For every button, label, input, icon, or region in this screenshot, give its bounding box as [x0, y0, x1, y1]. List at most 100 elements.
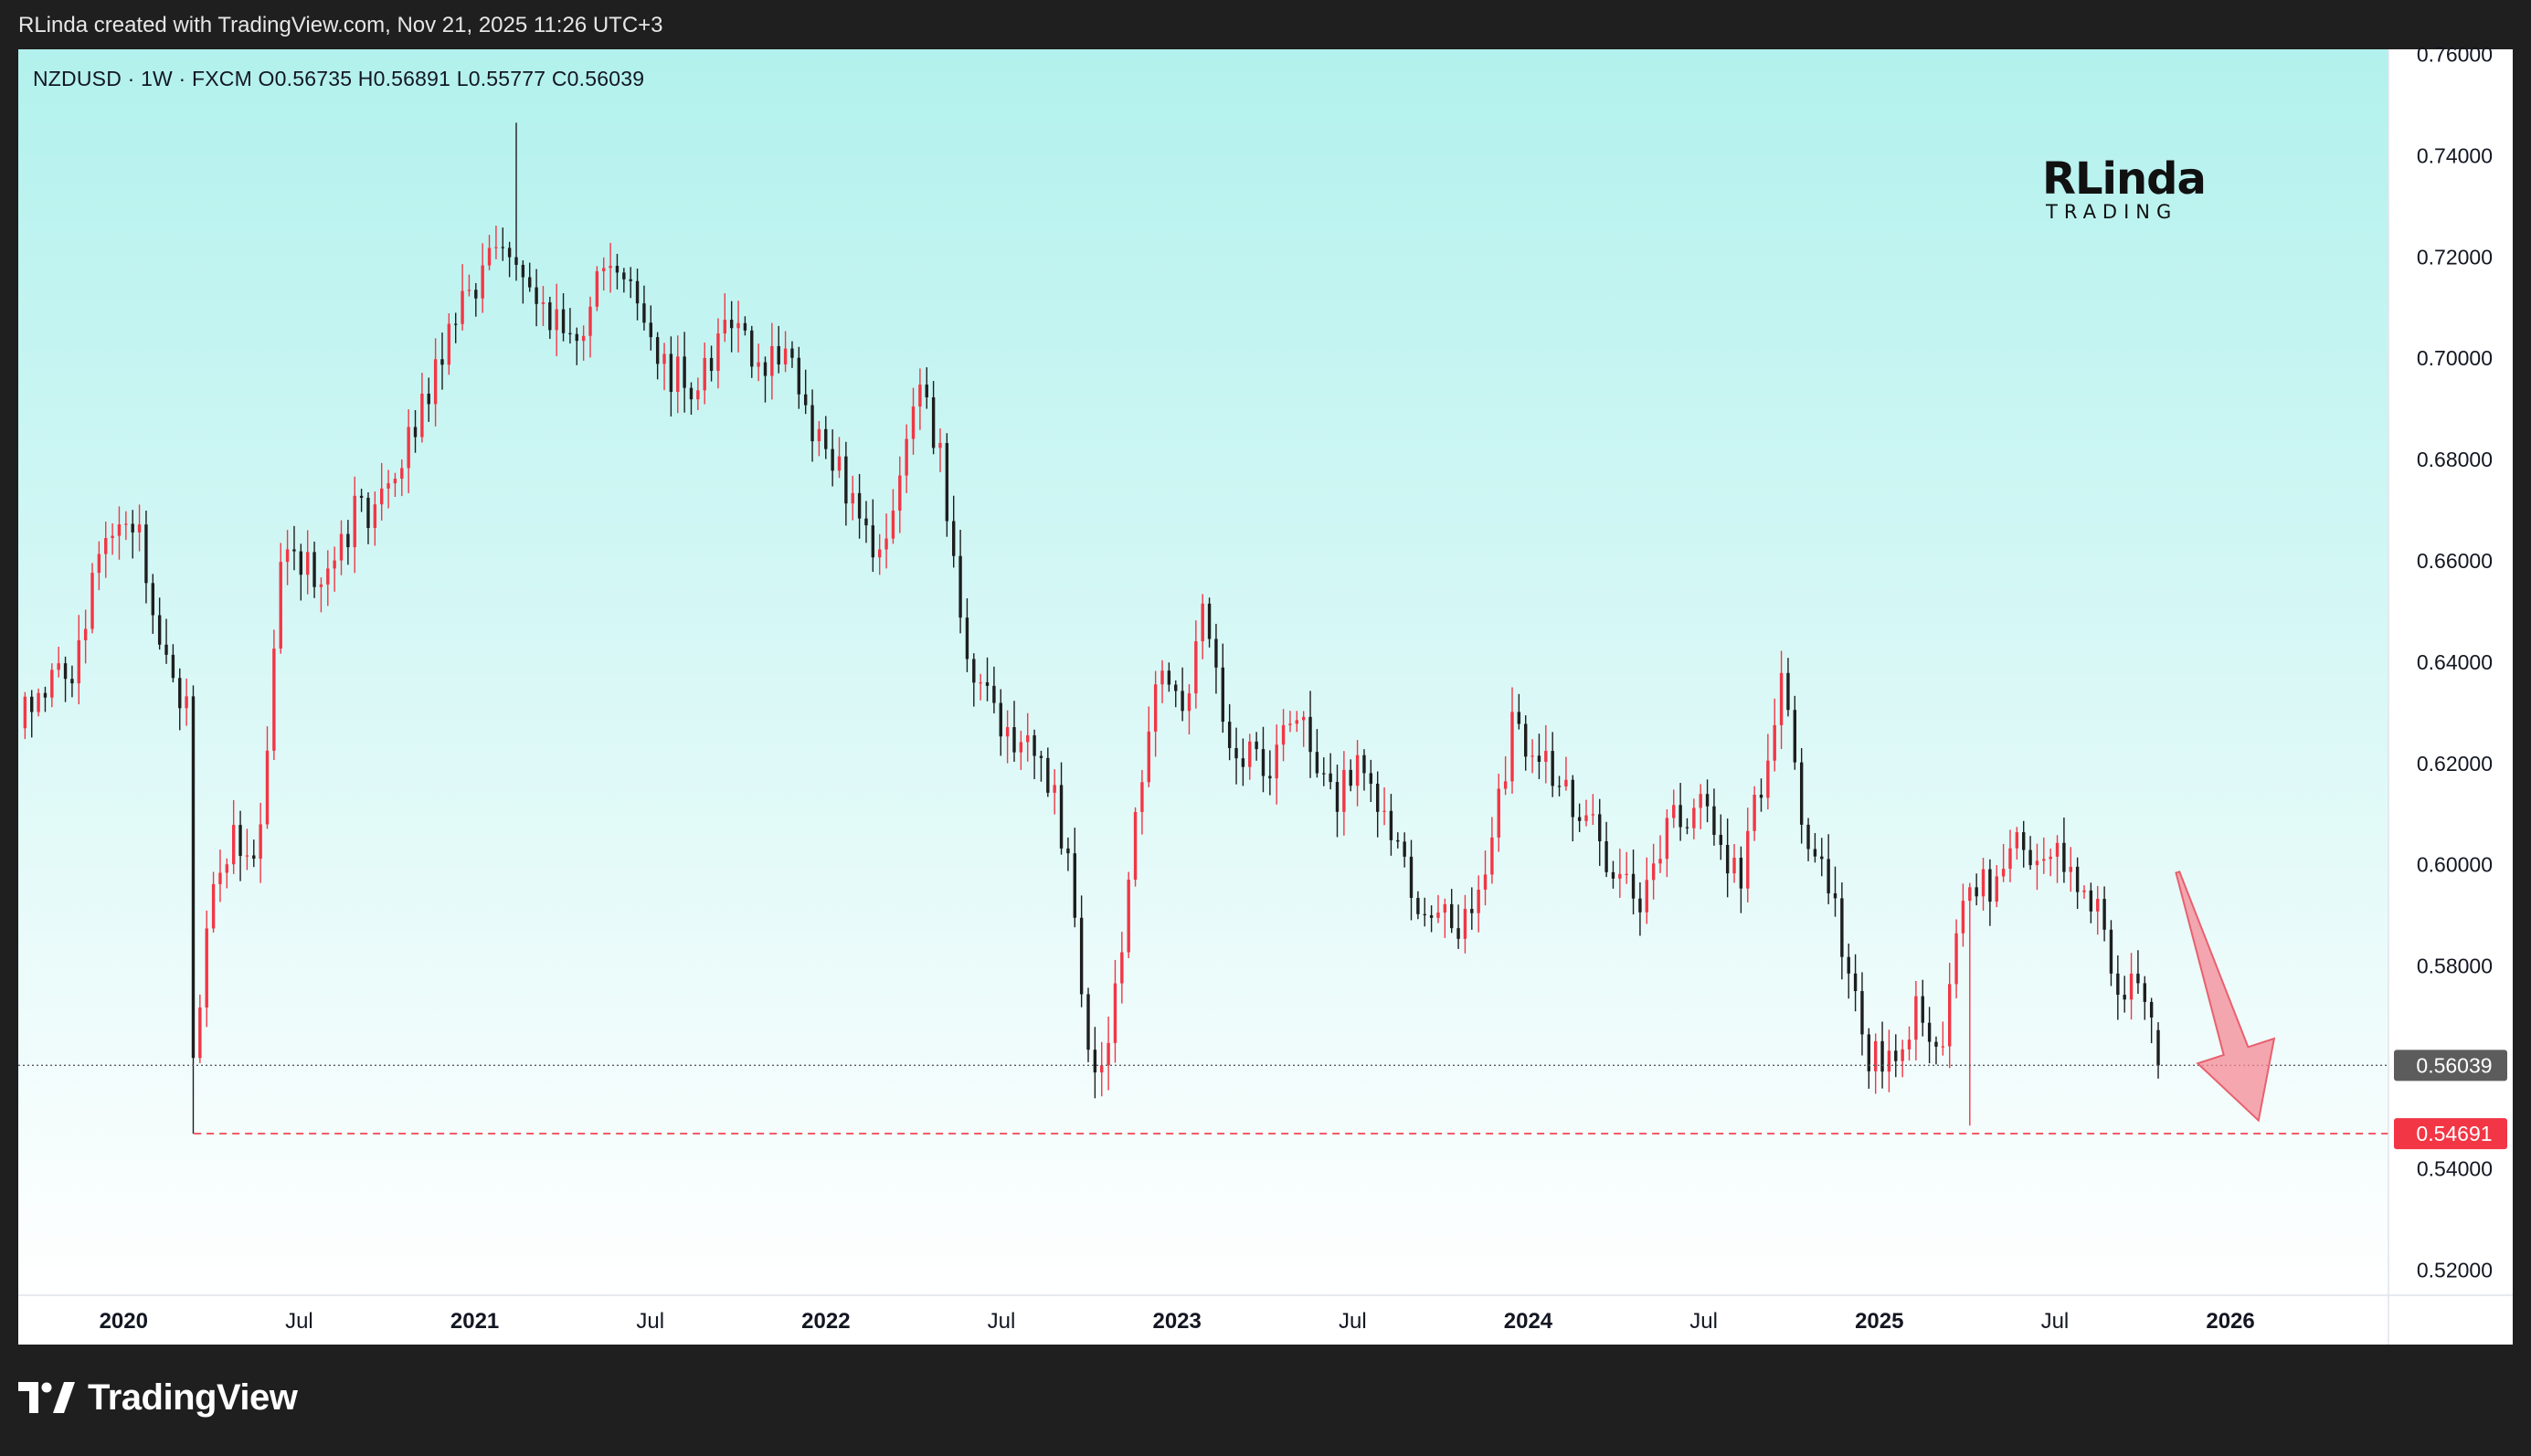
- time-tick-label: Jul: [1689, 1309, 1718, 1334]
- rlinda-logo: RLinda TRADING: [2042, 153, 2207, 236]
- candle-body: [117, 524, 122, 536]
- candle-body: [905, 438, 908, 476]
- time-tick-label: Jul: [988, 1309, 1016, 1334]
- time-tick-label: 2021: [450, 1309, 499, 1334]
- candle-body: [1248, 741, 1252, 767]
- price-tick-label: 0.68000: [2417, 448, 2493, 471]
- candle-body: [63, 663, 68, 680]
- candle-body: [2035, 860, 2039, 866]
- tradingview-brand[interactable]: TradingView: [18, 1375, 298, 1420]
- candle-body: [1416, 898, 1420, 914]
- candle-body: [824, 428, 828, 449]
- candle-body: [683, 356, 686, 388]
- candle-body: [1423, 913, 1426, 916]
- candle-body: [615, 266, 620, 273]
- candle-body: [1759, 795, 1763, 798]
- candle-body: [1725, 844, 1730, 874]
- candle-body: [763, 362, 768, 376]
- candle-body: [514, 257, 518, 265]
- time-tick-label: Jul: [285, 1309, 313, 1334]
- candle-body: [447, 323, 451, 365]
- candle-body: [137, 524, 142, 533]
- candle-body: [326, 568, 330, 585]
- candle-body: [1033, 735, 1036, 756]
- candle-body: [1140, 782, 1144, 812]
- candle-body: [400, 468, 404, 480]
- candle-body: [1665, 818, 1669, 860]
- candle-body: [757, 362, 760, 367]
- candle-body: [1268, 775, 1272, 779]
- candle-body: [1436, 913, 1440, 918]
- candle-body: [1100, 1065, 1104, 1073]
- candle-body: [528, 277, 532, 288]
- candle-body: [810, 405, 814, 442]
- candle-body: [1820, 856, 1824, 860]
- candle-body: [252, 855, 256, 860]
- candle-body: [884, 538, 888, 550]
- candle-body: [97, 554, 101, 574]
- price-tick-label: 0.74000: [2417, 143, 2493, 167]
- candle-body: [1813, 849, 1817, 857]
- candle-body: [1921, 996, 1924, 1023]
- candle-body: [461, 290, 464, 324]
- candle-body: [2008, 848, 2012, 870]
- candle-body: [57, 663, 60, 670]
- candle-body: [1355, 754, 1360, 786]
- candle-body: [891, 511, 895, 539]
- candle-body: [474, 290, 478, 299]
- candle-body: [111, 535, 114, 539]
- candle-body: [433, 359, 438, 405]
- candle-body: [1315, 752, 1319, 774]
- candle-body: [1948, 984, 1952, 1047]
- candle-body: [595, 270, 599, 307]
- candle-body: [703, 357, 706, 391]
- candle-body: [1625, 873, 1628, 875]
- candle-body: [1679, 805, 1682, 828]
- candle-body: [736, 322, 740, 329]
- candle-body: [1658, 859, 1662, 864]
- candle-body: [972, 659, 976, 683]
- candle-body: [1746, 830, 1750, 889]
- candle-body: [1806, 824, 1810, 849]
- candle-body: [1766, 760, 1770, 798]
- candle: [1133, 807, 1138, 887]
- candle: [90, 563, 94, 634]
- candle-body: [831, 448, 834, 471]
- candle-body: [225, 864, 229, 873]
- candle-body: [1840, 898, 1844, 957]
- candle-body: [1382, 810, 1386, 812]
- candle-body: [393, 479, 397, 484]
- candle-body: [1604, 841, 1608, 872]
- candle-body: [178, 678, 182, 709]
- candle-body: [1914, 996, 1918, 1040]
- candle-body: [312, 552, 316, 587]
- candle-body: [1174, 684, 1178, 691]
- candle-body: [1039, 755, 1043, 758]
- price-tick-label: 0.52000: [2417, 1258, 2493, 1282]
- candle-body: [265, 750, 270, 825]
- logo-sub-text: TRADING: [2046, 201, 2178, 223]
- candle-body: [1786, 672, 1790, 711]
- candle-body: [380, 488, 384, 505]
- candle-body: [1301, 716, 1306, 721]
- candle-body: [1860, 991, 1864, 1035]
- candle-body: [622, 272, 626, 280]
- candle-body: [864, 518, 868, 526]
- time-tick-label: 2024: [1504, 1309, 1553, 1334]
- candle-body: [359, 495, 364, 498]
- candle-body: [1234, 747, 1238, 759]
- candle-body: [1120, 952, 1124, 984]
- candle-body: [1295, 720, 1299, 724]
- candle-body: [1133, 811, 1138, 881]
- candle-body: [1598, 814, 1602, 842]
- candle-body: [2001, 869, 2006, 877]
- candle-body: [1517, 712, 1521, 724]
- candle-body: [783, 348, 788, 364]
- candle-body: [689, 387, 694, 400]
- candle-body: [635, 280, 640, 304]
- candle-body: [655, 337, 660, 364]
- candle-body: [1847, 956, 1850, 974]
- candle-body: [2042, 859, 2046, 861]
- time-tick-label: 2026: [2206, 1309, 2254, 1334]
- candle-body: [70, 679, 74, 684]
